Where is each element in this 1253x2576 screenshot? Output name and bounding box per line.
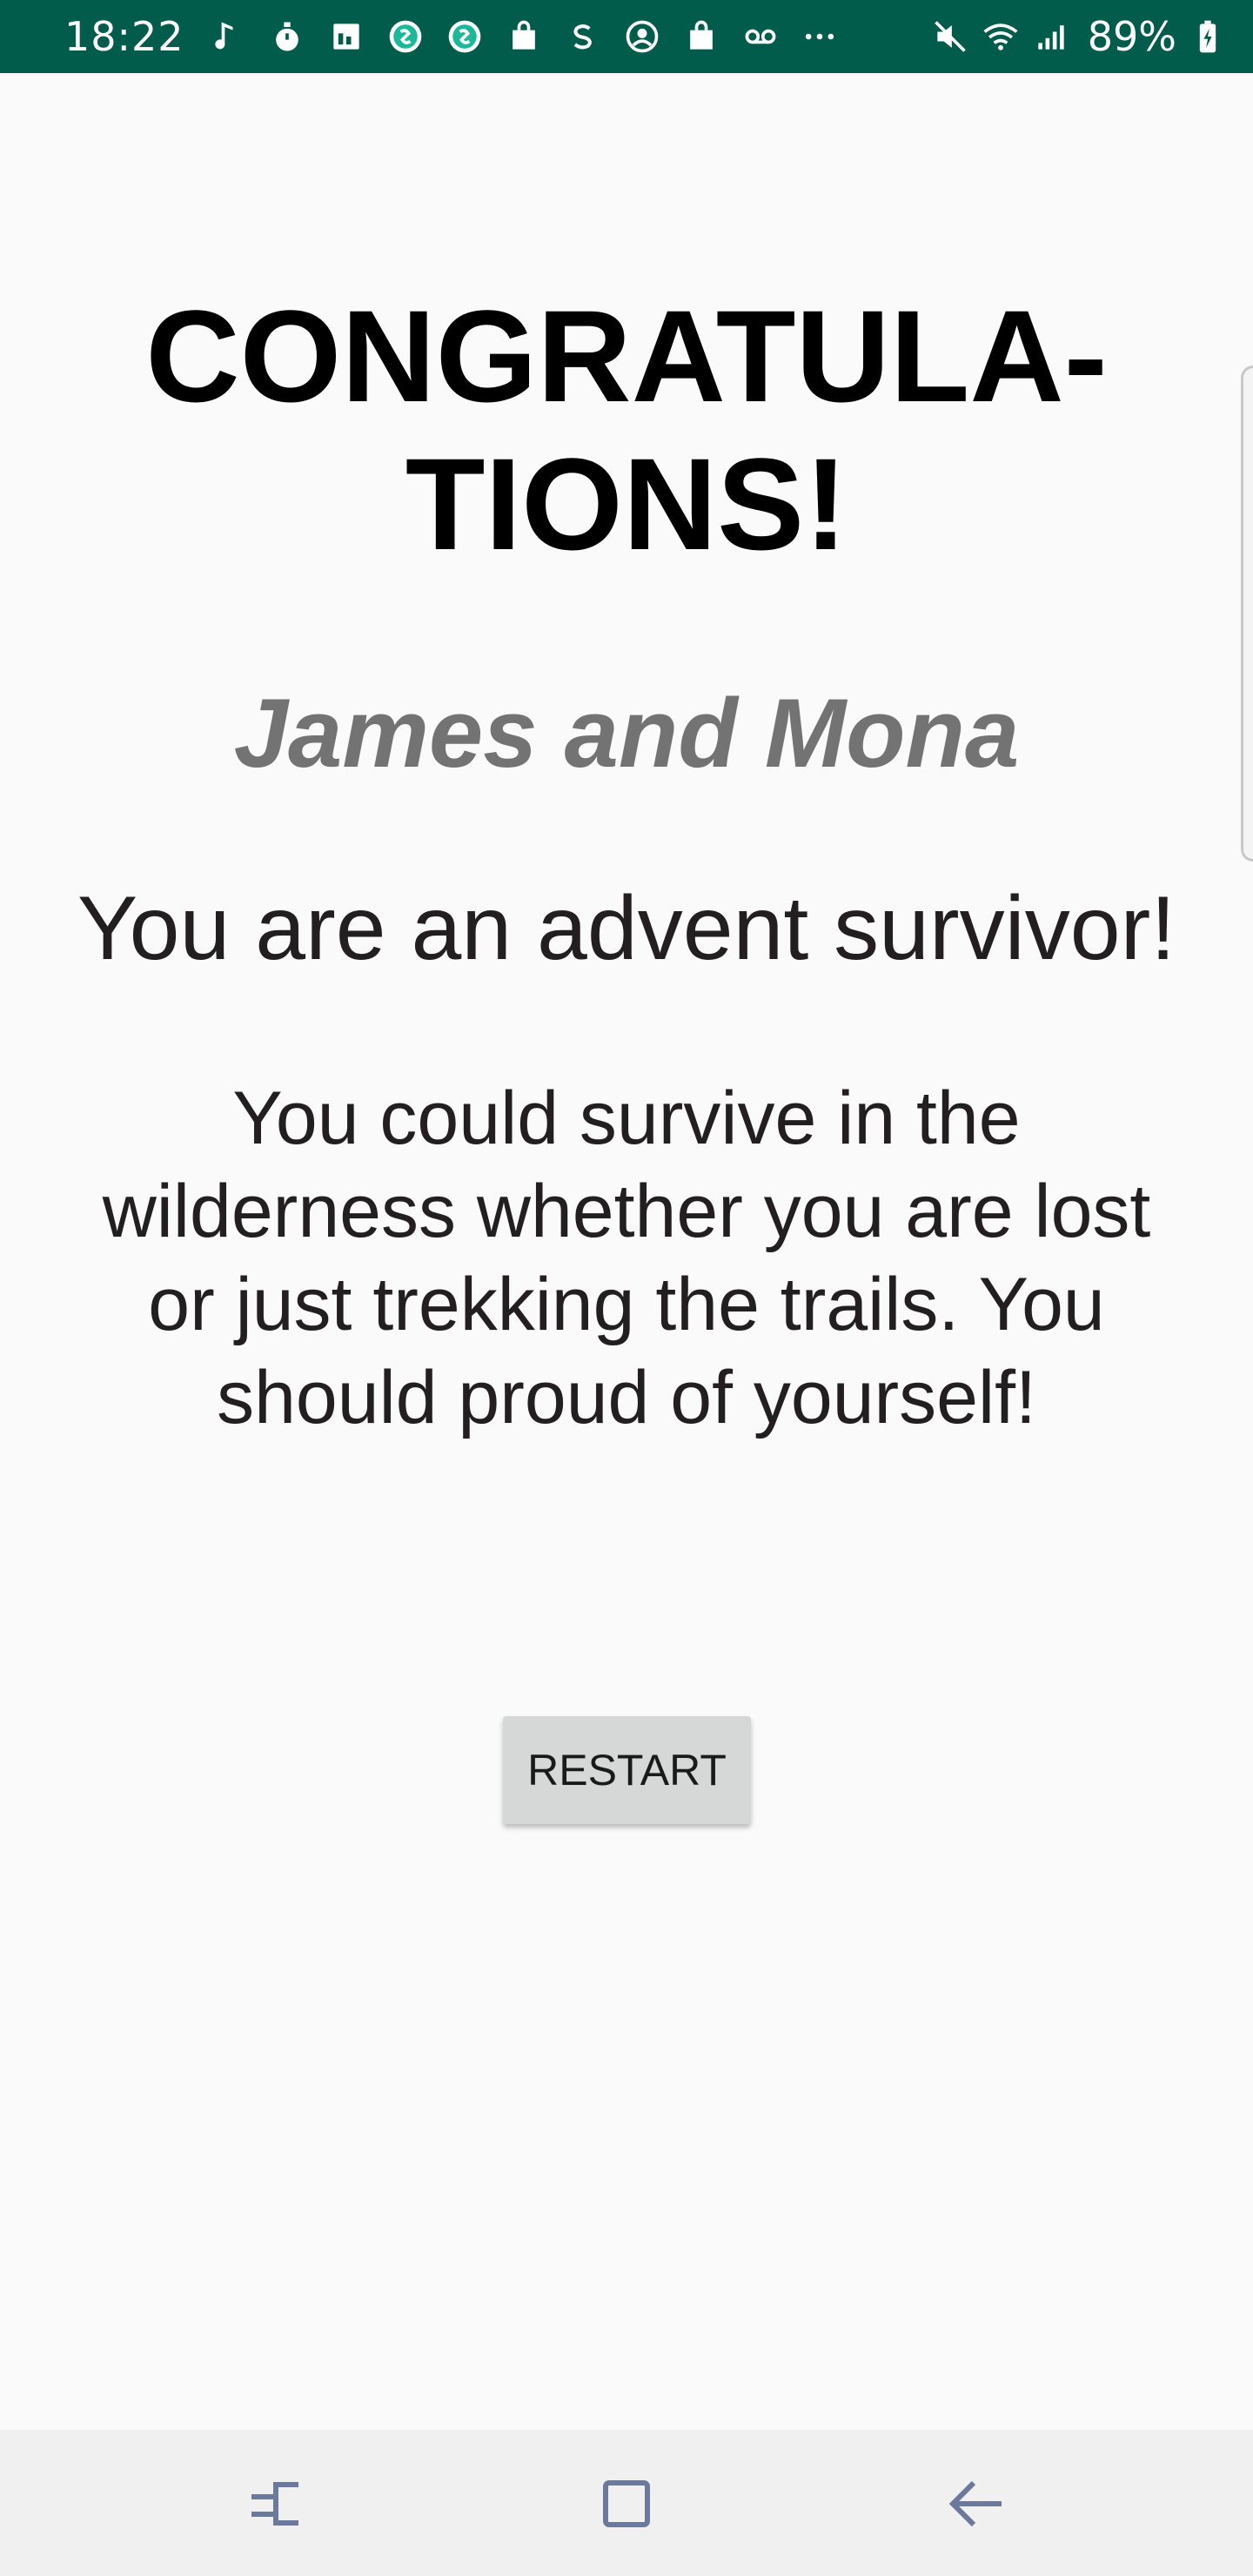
back-icon [942,2469,1012,2542]
result-screen: CONGRATULA- TIONS! James and Mona You are… [0,73,1253,2430]
result-message: You could survive in the wilderness whet… [102,1077,1151,1439]
calendar-icon [327,17,365,56]
result-headline: You are an advent survivor! [77,878,1176,979]
notification-icons [209,17,931,56]
home-button[interactable] [587,2466,666,2545]
edge-panel-handle[interactable] [1241,366,1253,862]
shazam-icon [446,17,484,56]
more-dots-icon [801,17,839,56]
mute-icon [931,17,969,56]
home-icon [592,2469,661,2542]
recent-apps-icon [241,2469,311,2542]
title-line-2: TIONS! [405,431,848,577]
restart-button[interactable]: RESTART [503,1716,751,1824]
back-button[interactable] [938,2466,1016,2545]
status-time: 18:22 [64,13,184,60]
skype-icon [564,17,602,56]
voicemail-icon [741,17,780,56]
title-line-1: CONGRATULA- [145,283,1108,429]
shazam-icon [386,17,425,56]
signal-icon [1032,17,1070,56]
wifi-icon [982,17,1020,56]
shopping-bag-icon [505,17,543,56]
page-title: CONGRATULA- TIONS! [0,282,1253,578]
battery-charging-icon [1189,17,1227,56]
account-icon [623,17,661,56]
status-bar: 18:22 89% [0,0,1253,73]
battery-percentage: 89% [1087,13,1176,60]
system-icons: 89% [931,13,1227,60]
navigation-bar [0,2430,1253,2576]
music-note-icon [209,17,247,56]
stopwatch-icon [268,17,306,56]
shopping-bag-icon [682,17,720,56]
recent-apps-button[interactable] [237,2466,315,2545]
player-names: James and Mona [233,679,1020,788]
